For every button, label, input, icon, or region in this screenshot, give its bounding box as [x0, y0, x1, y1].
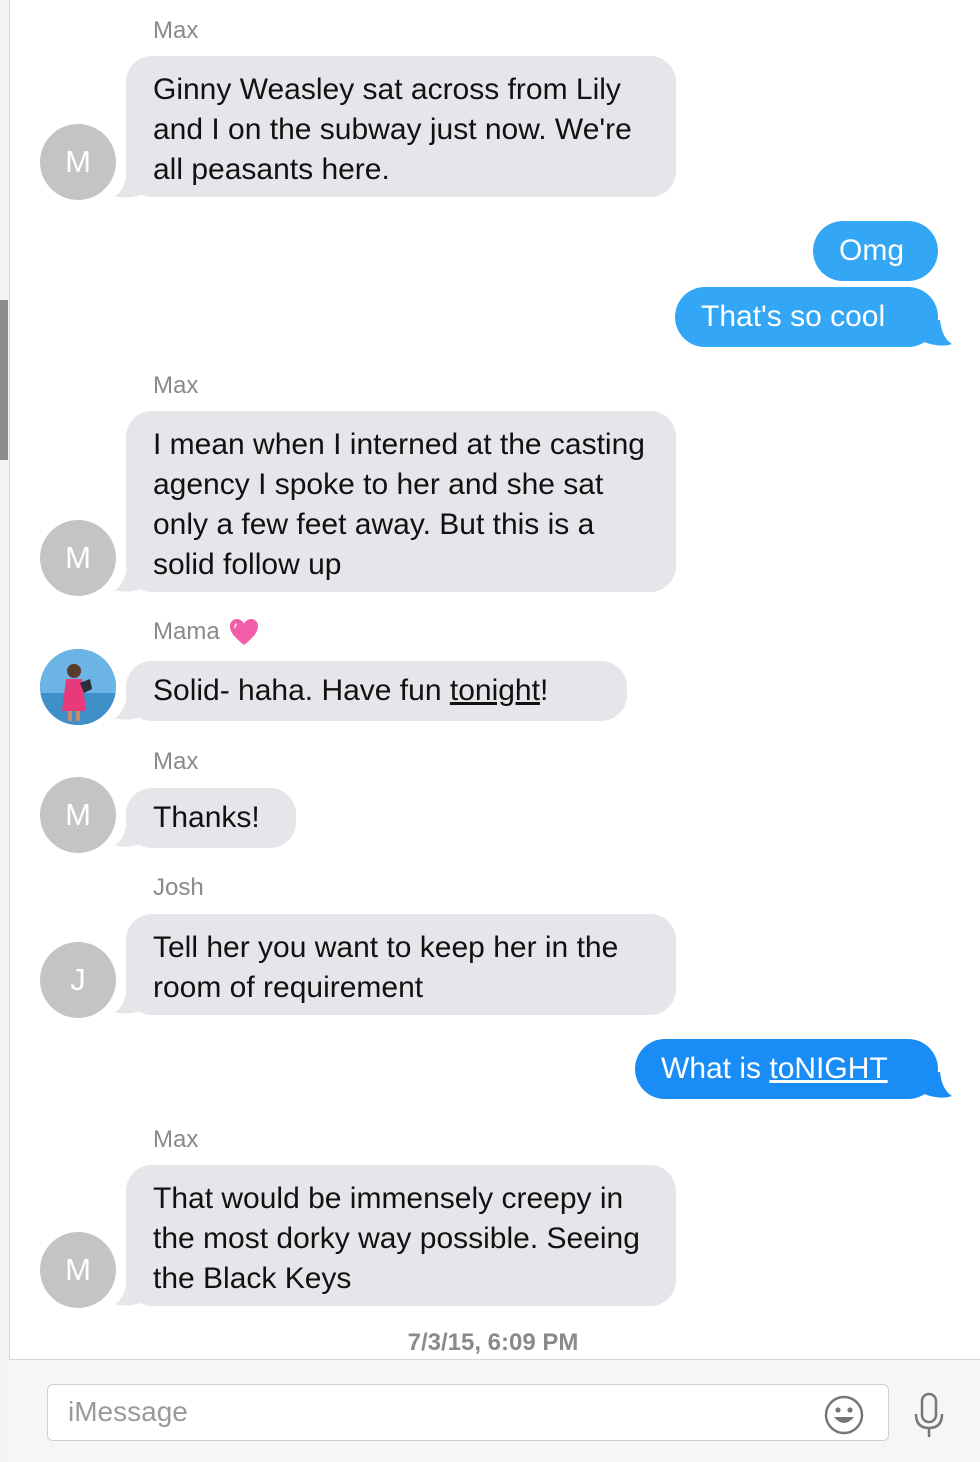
avatar-initial: M: [65, 540, 91, 575]
avatar-initial: M: [65, 797, 91, 832]
received-message[interactable]: Thanks!: [126, 788, 296, 848]
sent-message[interactable]: What is toNIGHT: [635, 1039, 938, 1099]
bubble-tail: [924, 320, 952, 346]
sender-name: Max: [153, 372, 199, 399]
detected-date-link[interactable]: toNIGHT: [769, 1052, 887, 1085]
imessage-input[interactable]: [68, 1393, 808, 1431]
emoji-smiley-icon[interactable]: [824, 1395, 864, 1435]
composer-bar: [9, 1359, 980, 1462]
microphone-icon[interactable]: [912, 1392, 946, 1440]
received-message[interactable]: That would be immensely creepy in the mo…: [126, 1165, 676, 1306]
sender-name: Mama: [153, 617, 260, 647]
avatar-initial: J: [70, 962, 86, 997]
avatar[interactable]: M: [40, 520, 116, 596]
received-message[interactable]: Solid- haha. Have fun tonight!: [126, 661, 627, 721]
sent-message[interactable]: That's so cool: [675, 287, 938, 347]
message-text: What is: [661, 1052, 770, 1085]
pink-heart-icon: [229, 619, 258, 645]
sidebar-edge: [0, 0, 10, 1462]
received-message[interactable]: Ginny Weasley sat across from Lily and I…: [126, 56, 676, 197]
messages-window: Max M Ginny Weasley sat across from Lily…: [0, 0, 980, 1462]
message-text: Solid- haha. Have fun: [153, 674, 450, 707]
profile-photo-image: [40, 649, 116, 725]
sent-message[interactable]: Omg: [813, 221, 938, 281]
sender-name-text: Mama: [153, 618, 220, 645]
avatar-initial: M: [65, 1252, 91, 1287]
message-text: !: [539, 674, 549, 707]
bubble-tail: [924, 1072, 952, 1098]
sender-name: Josh: [153, 874, 204, 901]
message-input-box[interactable]: [47, 1384, 889, 1441]
avatar[interactable]: J: [40, 942, 116, 1018]
avatar[interactable]: M: [40, 777, 116, 853]
sidebar-scrollbar-thumb[interactable]: [0, 300, 8, 460]
received-message[interactable]: I mean when I interned at the casting ag…: [126, 411, 676, 592]
avatar-initial: M: [65, 144, 91, 179]
sender-name: Max: [153, 1126, 199, 1153]
avatar[interactable]: M: [40, 1232, 116, 1308]
avatar[interactable]: M: [40, 124, 116, 200]
sender-name: Max: [153, 17, 199, 44]
detected-date-link[interactable]: tonight: [450, 674, 540, 707]
profile-photo-avatar[interactable]: [40, 649, 116, 725]
received-message[interactable]: Tell her you want to keep her in the roo…: [126, 914, 676, 1015]
delivery-timestamp: 7/3/15, 6:09 PM: [407, 1329, 579, 1356]
sender-name: Max: [153, 748, 199, 775]
